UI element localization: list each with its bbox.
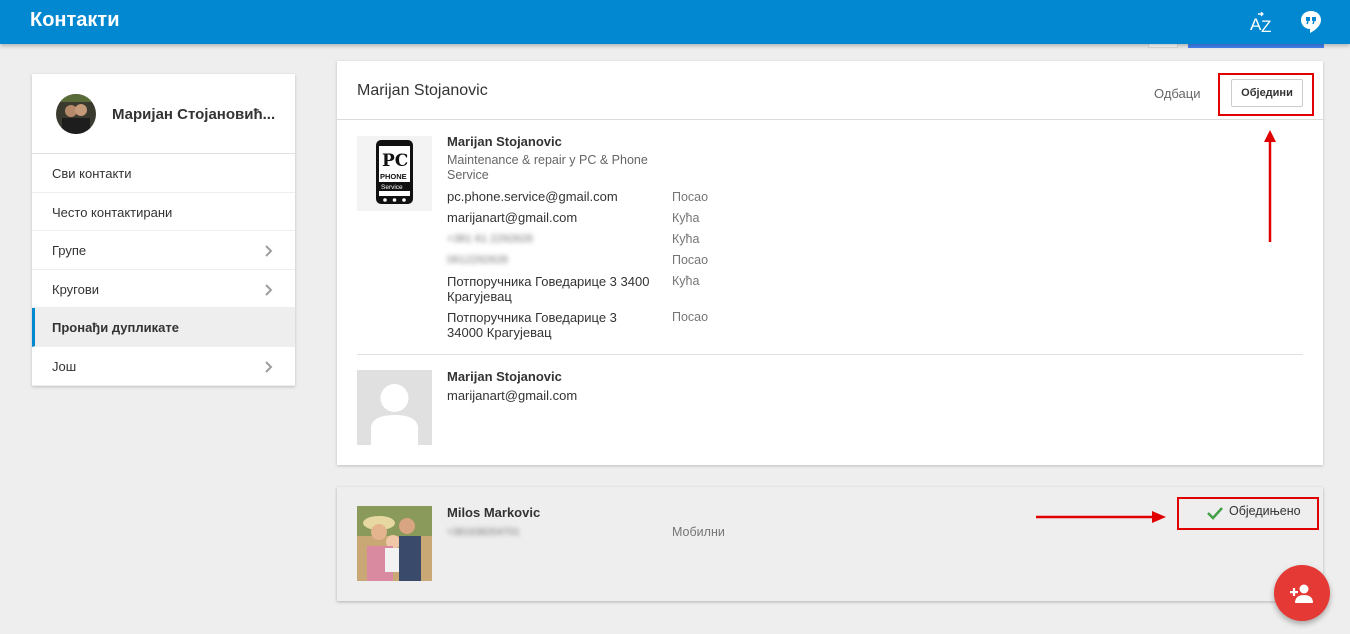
contact-name: Milos Markovic [447, 505, 541, 520]
avatar [56, 94, 96, 134]
sidebar-item-find-duplicates[interactable]: Пронађи дупликате [32, 308, 295, 347]
duplicate-group-title: Marijan Stojanovic [357, 82, 488, 99]
sidebar-item-all-contacts[interactable]: Сви контакти [32, 154, 295, 193]
add-contact-button[interactable] [1274, 565, 1330, 621]
contact-field-type: Кућа [672, 232, 700, 246]
contact-phone: +381 61 2292626 [447, 233, 533, 245]
add-person-icon [1290, 584, 1313, 603]
annotation-arrow-right-icon [1036, 511, 1166, 523]
contact-email: pc.phone.service@gmail.com [447, 189, 618, 204]
highlight-box [1218, 73, 1314, 116]
contact-field-type: Кућа [672, 211, 700, 225]
app-title[interactable]: Контакти [30, 9, 120, 32]
sidebar-item-frequent[interactable]: Често контактирани [32, 193, 295, 232]
default-avatar-icon [357, 370, 432, 445]
contact-name: Marijan Stojanovic [447, 369, 562, 384]
contact-photo [357, 506, 432, 581]
highlight-box [1177, 497, 1319, 530]
sidebar-item-more[interactable]: Још [32, 347, 295, 386]
contact-phone: +381638204701 [447, 527, 520, 538]
sidebar-item-label: Сви контакти [52, 166, 132, 181]
top-app-bar: Контакти A Z [0, 0, 1350, 44]
hangouts-icon[interactable] [1300, 10, 1322, 34]
sidebar-item-label: Често контактирани [52, 204, 173, 220]
divider [337, 119, 1323, 120]
sidebar-item-label: Пронађи дупликате [52, 320, 179, 336]
contact-field-type: Посао [672, 253, 709, 267]
chevron-right-icon [265, 245, 273, 257]
dismiss-button[interactable]: Одбаци [1154, 86, 1201, 101]
contact-address: Потпоручника Говедарице 3 34000 Крагујев… [447, 310, 617, 340]
divider [357, 354, 1303, 355]
chevron-right-icon [265, 361, 273, 373]
contact-field-type: Кућа [672, 274, 700, 288]
logo-text-service: Service [381, 184, 403, 191]
annotation-arrow-up-icon [1264, 130, 1276, 242]
pc-phone-service-logo: PC PHONE Service [357, 136, 432, 211]
profile-header[interactable]: Маријан Стојановић... [32, 74, 295, 154]
sidebar-item-label: Групе [52, 243, 87, 259]
contact-field-type: Мобилни [672, 525, 725, 539]
svg-text:Z: Z [1261, 17, 1271, 34]
contact-phone: 0612292626 [447, 254, 509, 266]
az-sort-icon[interactable]: A Z [1249, 12, 1273, 34]
contact-email: marijanart@gmail.com [447, 388, 578, 403]
logo-text-pc: PC [382, 151, 408, 171]
logo-text-phone: PHONE [380, 172, 407, 181]
contact-email: marijanart@gmail.com [447, 210, 578, 225]
contact-address: Потпоручника Говедарице 3 3400 Крагујева… [447, 274, 650, 304]
merged-contact-card: Milos Markovic +381638204701 Мобилни Обј… [337, 487, 1323, 601]
sidebar-item-label: Кругови [52, 281, 100, 297]
contact-subtitle: Maintenance & repair у PC & Phone Servic… [447, 153, 648, 182]
chevron-right-icon [265, 284, 273, 296]
profile-name: Маријан Стојановић... [112, 106, 276, 123]
sidebar: Маријан Стојановић... Сви контакти Често… [32, 74, 295, 386]
sidebar-item-label: Још [52, 358, 77, 374]
sidebar-item-groups[interactable]: Групе [32, 231, 295, 270]
sidebar-item-circles[interactable]: Кругови [32, 270, 295, 309]
contact-field-type: Посао [672, 190, 709, 204]
duplicate-card: Marijan Stojanovic Одбаци Обједини PC PH… [337, 61, 1323, 465]
contact-name: Marijan Stojanovic [447, 134, 562, 149]
contact-field-type: Посао [672, 310, 709, 324]
